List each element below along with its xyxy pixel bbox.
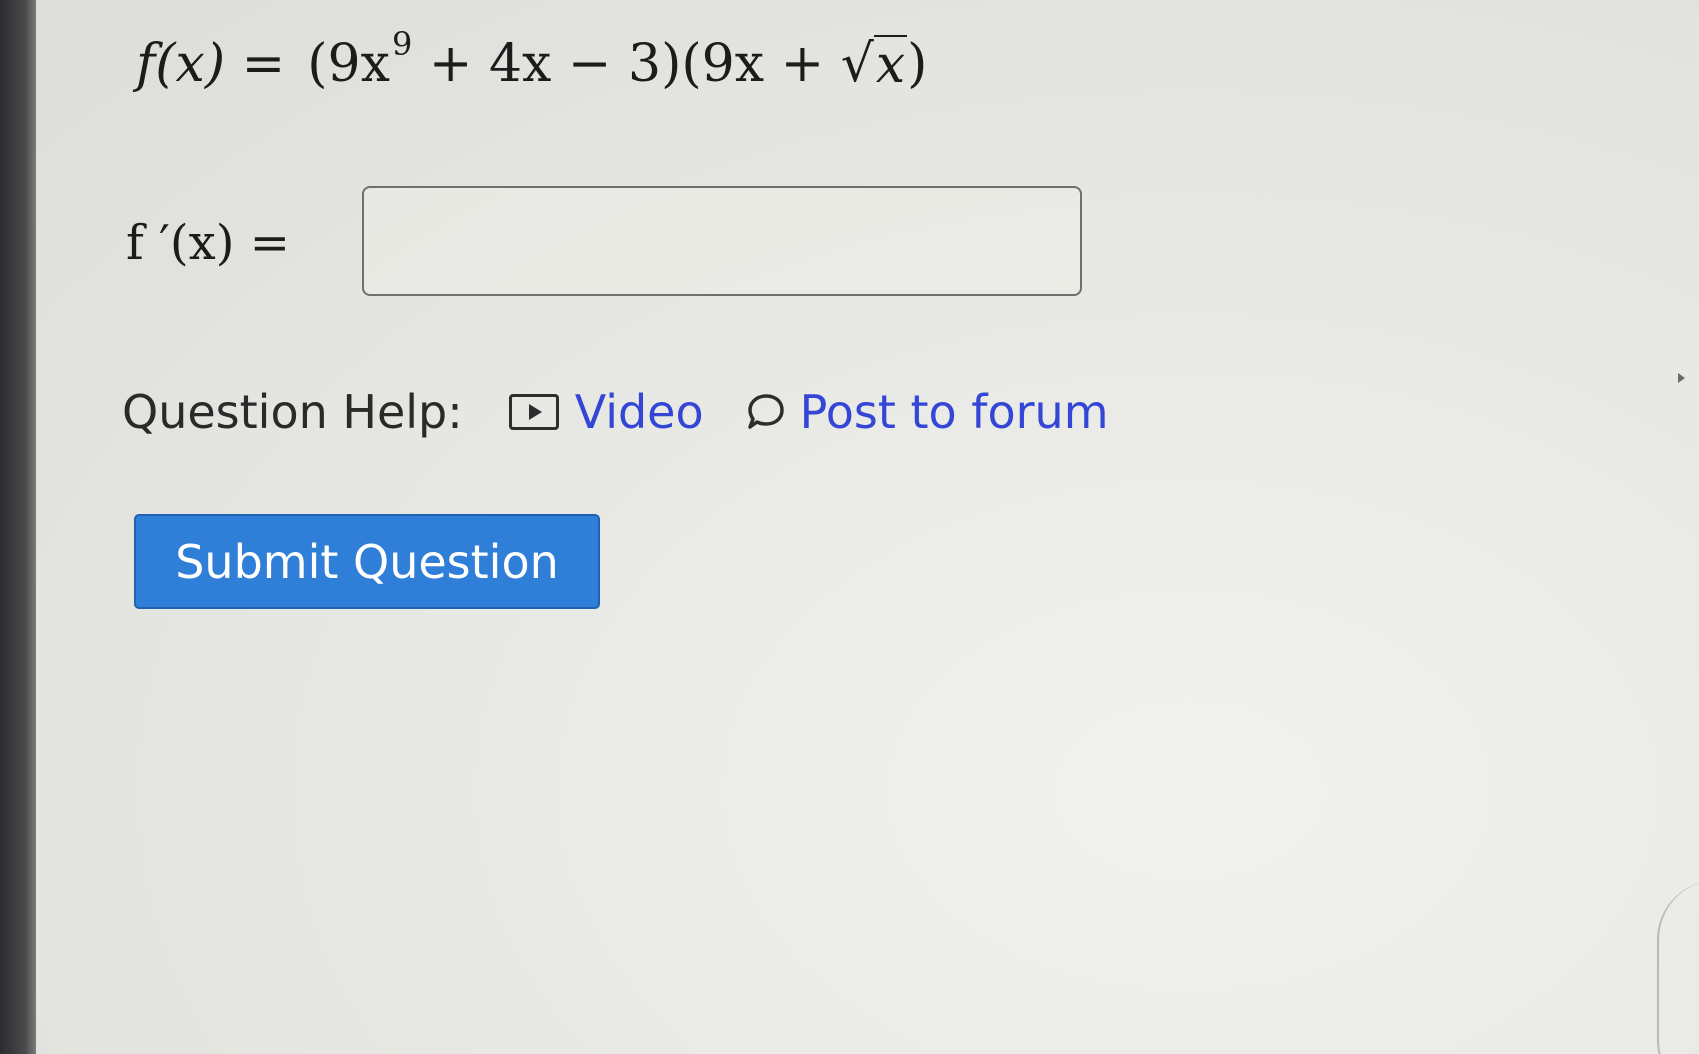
monitor-bezel bbox=[0, 0, 36, 1054]
derivative-label: f ′(x) = bbox=[126, 215, 290, 271]
expr-part-1: (9x bbox=[307, 34, 390, 94]
question-help: Question Help: Video Post to forum bbox=[122, 385, 1109, 439]
expr-part-2: + 4x − 3)(9x + bbox=[412, 34, 841, 94]
question-area: f(x) = (9x 9 + 4x − 3)(9x + √ x ) f ′(x)… bbox=[36, 0, 1699, 1054]
speech-bubble-icon[interactable] bbox=[746, 391, 786, 433]
function-name: f(x) = bbox=[136, 34, 286, 94]
square-root: √ x bbox=[840, 34, 908, 95]
radical-sign: √ bbox=[840, 34, 874, 94]
video-link[interactable]: Video bbox=[575, 385, 704, 439]
cursor-marker bbox=[1678, 373, 1685, 383]
answer-input[interactable] bbox=[362, 186, 1082, 296]
radicand: x bbox=[873, 34, 908, 95]
question-help-label: Question Help: bbox=[122, 385, 463, 439]
screen-edge bbox=[1657, 880, 1699, 1054]
expr-close: ) bbox=[907, 34, 928, 94]
submit-question-button[interactable]: Submit Question bbox=[134, 514, 600, 609]
video-play-icon[interactable] bbox=[508, 394, 559, 430]
function-expression: f(x) = (9x 9 + 4x − 3)(9x + √ x ) bbox=[136, 25, 928, 95]
exponent: 9 bbox=[391, 25, 413, 63]
screen: f(x) = (9x 9 + 4x − 3)(9x + √ x ) f ′(x)… bbox=[0, 0, 1699, 1054]
post-to-forum-link[interactable]: Post to forum bbox=[800, 385, 1109, 439]
